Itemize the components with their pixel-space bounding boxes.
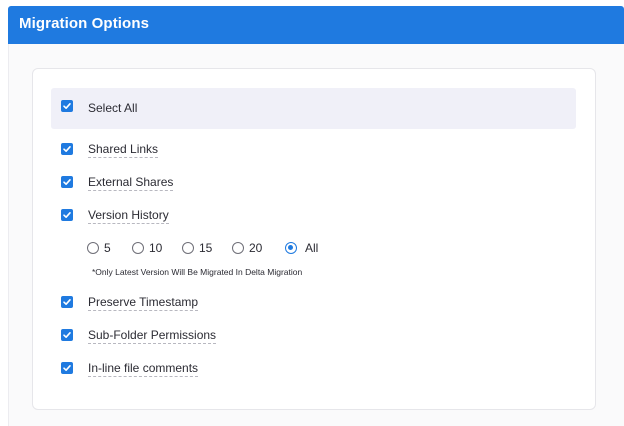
sub-folder-permissions-checkbox[interactable] bbox=[61, 329, 73, 341]
sub-folder-permissions-label: Sub-Folder Permissions bbox=[88, 328, 217, 344]
panel-title: Migration Options bbox=[19, 15, 150, 32]
preserve-timestamp-label: Preserve Timestamp bbox=[88, 295, 199, 311]
version-radio-label: 15 bbox=[199, 241, 213, 255]
version-history-label: Version History bbox=[88, 208, 169, 224]
external-shares-label: External Shares bbox=[88, 175, 174, 191]
select-all-checkbox[interactable] bbox=[61, 100, 73, 112]
version-radio-label: 5 bbox=[104, 241, 111, 255]
version-radio-label: All bbox=[305, 241, 319, 255]
panel-header: Migration Options bbox=[8, 6, 624, 44]
checkmark-icon bbox=[63, 365, 71, 371]
preserve-timestamp-checkbox[interactable] bbox=[61, 296, 73, 308]
version-radio-15[interactable] bbox=[182, 242, 194, 254]
external-shares-checkbox[interactable] bbox=[61, 176, 73, 188]
checkmark-icon bbox=[63, 103, 71, 109]
checkmark-icon bbox=[63, 332, 71, 338]
version-note: *Only Latest Version Will Be Migrated In… bbox=[92, 267, 303, 277]
select-all-label: Select All bbox=[88, 101, 138, 115]
shared-links-checkbox[interactable] bbox=[61, 143, 73, 155]
inline-file-comments-label: In-line file comments bbox=[88, 361, 199, 377]
shared-links-label: Shared Links bbox=[88, 142, 159, 158]
checkmark-icon bbox=[63, 179, 71, 185]
version-history-checkbox[interactable] bbox=[61, 209, 73, 221]
version-radio-label: 20 bbox=[249, 241, 263, 255]
version-radio-label: 10 bbox=[149, 241, 163, 255]
inline-file-comments-checkbox[interactable] bbox=[61, 362, 73, 374]
version-radio-10[interactable] bbox=[132, 242, 144, 254]
checkmark-icon bbox=[63, 299, 71, 305]
version-radio-20[interactable] bbox=[232, 242, 244, 254]
version-radio-all[interactable] bbox=[285, 242, 297, 254]
checkmark-icon bbox=[63, 146, 71, 152]
version-radio-5[interactable] bbox=[87, 242, 99, 254]
checkmark-icon bbox=[63, 212, 71, 218]
